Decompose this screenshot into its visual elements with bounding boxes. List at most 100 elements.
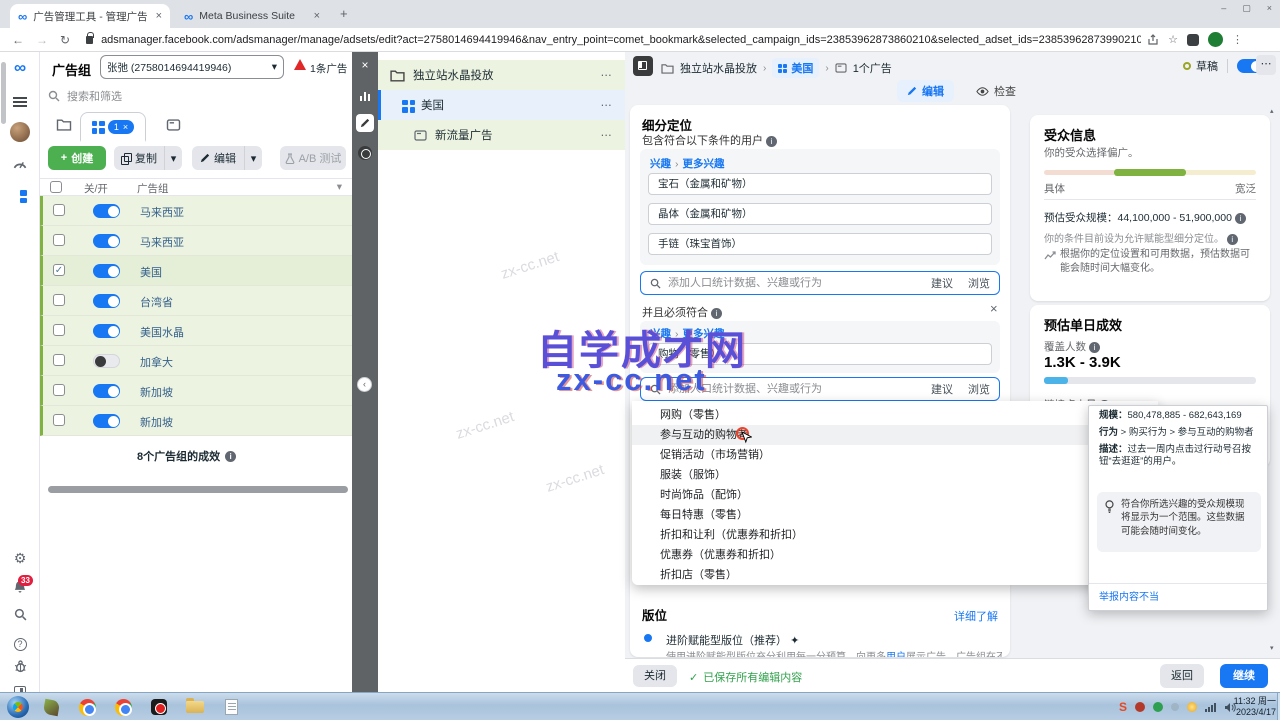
targeting-search-1[interactable]: 建议 浏览 [640, 271, 1000, 295]
campaigns-grid-icon[interactable] [0, 190, 40, 208]
row-checkbox[interactable]: ✓ [53, 294, 65, 306]
info-icon[interactable]: i [1089, 342, 1100, 353]
interest-link[interactable]: 兴趣 [650, 158, 671, 170]
dropdown-item[interactable]: 折扣店（零售） [632, 565, 1158, 585]
browse-link[interactable]: 浏览 [968, 275, 990, 291]
history-clock-icon[interactable] [352, 146, 378, 165]
adset-name-link[interactable]: 美国水晶 [140, 324, 184, 340]
start-button[interactable] [7, 696, 29, 718]
suggest-link[interactable]: 建议 [931, 275, 953, 291]
learn-more-link[interactable]: 详细了解 [954, 608, 998, 624]
collapse-panel-icon[interactable]: ‹ [357, 377, 372, 392]
tab-close-icon[interactable]: × [314, 10, 320, 22]
dropdown-item[interactable]: 优惠券（优惠券和折扣） [632, 545, 1158, 565]
targeting-search-input[interactable] [668, 277, 916, 289]
selected-count-pill[interactable]: 1× [108, 120, 134, 134]
close-icon[interactable]: × [352, 58, 378, 72]
ab-test-button[interactable]: A/B 测试 [280, 146, 346, 170]
interest-pill[interactable]: 晶体（金属和矿物） [648, 203, 992, 225]
tree-item-ad[interactable]: 新流量广告 ⋯ [378, 120, 625, 150]
more-interest-link[interactable]: 更多兴趣 [683, 158, 725, 170]
tab-close-icon[interactable]: × [156, 10, 162, 22]
table-row[interactable]: ✓ 马来西亚 [40, 226, 352, 256]
more-options-icon[interactable]: ⋯ [601, 68, 614, 82]
select-all-checkbox[interactable]: ✓ [50, 181, 62, 193]
back-button[interactable]: 返回 [1160, 664, 1204, 688]
tray-misc-icon[interactable] [1171, 703, 1179, 711]
close-button[interactable]: 关闭 [633, 665, 677, 687]
dropdown-item[interactable]: 服装（服饰） [632, 465, 1158, 485]
dropdown-item[interactable]: 折扣和让利（优惠券和折扣） [632, 525, 1158, 545]
continue-button[interactable]: 继续 [1220, 664, 1268, 688]
edit-button[interactable]: 编辑 [192, 146, 244, 170]
campaigns-folder-icon[interactable] [56, 118, 72, 136]
extension-icon[interactable] [1187, 34, 1199, 46]
scrollbar-thumb[interactable] [1, 62, 6, 124]
row-toggle[interactable] [93, 414, 120, 428]
row-toggle[interactable] [93, 354, 120, 368]
help-icon[interactable]: ? [0, 634, 40, 652]
taskbar-chrome2-icon[interactable] [110, 697, 136, 717]
settings-gear-icon[interactable]: ⚙ [0, 550, 40, 567]
row-toggle[interactable] [93, 324, 120, 338]
duplicate-button[interactable]: 复制 [114, 146, 164, 170]
table-row[interactable]: ✓ 美国 [40, 256, 352, 286]
row-toggle[interactable] [93, 384, 120, 398]
minimize-icon[interactable]: – [1221, 3, 1226, 14]
sort-caret-icon[interactable]: ▾ [337, 181, 342, 193]
more-options-icon[interactable]: ⋯ [601, 128, 614, 142]
table-row[interactable]: ✓ 新加坡 [40, 406, 352, 436]
dropdown-item[interactable]: 网购（零售） [632, 405, 1158, 425]
browser-profile-avatar[interactable] [1208, 32, 1223, 47]
duplicate-caret-button[interactable]: ▾ [164, 146, 182, 170]
back-icon[interactable]: ← [12, 33, 24, 47]
remove-group-icon[interactable]: × [990, 301, 998, 316]
url-bar[interactable]: adsmanager.facebook.com/adsmanager/manag… [101, 34, 1141, 46]
edit-pencil-icon[interactable] [352, 114, 378, 133]
tab-adsets-active[interactable]: 1× [80, 112, 146, 142]
dropdown-item[interactable]: 每日特惠（零售） [632, 505, 1158, 525]
table-row[interactable]: ✓ 台湾省 [40, 286, 352, 316]
row-checkbox[interactable]: ✓ [53, 324, 65, 336]
tab-review[interactable]: 检查 [966, 80, 1026, 102]
interest-pill[interactable]: 宝石（金属和矿物） [648, 173, 992, 195]
share-icon[interactable] [1147, 34, 1159, 46]
row-toggle[interactable] [93, 294, 120, 308]
search-filter-field[interactable]: 搜索和筛选 [48, 86, 344, 106]
more-options-button[interactable]: ⋯ [1256, 55, 1276, 75]
reload-icon[interactable]: ↻ [60, 33, 70, 47]
menu-hamburger-icon[interactable] [0, 94, 40, 112]
info-icon[interactable]: i [1235, 213, 1246, 224]
info-icon[interactable]: i [766, 136, 777, 147]
row-checkbox[interactable]: ✓ [53, 264, 65, 276]
edit-caret-button[interactable]: ▾ [244, 146, 262, 170]
ads-frame-icon[interactable] [166, 118, 181, 136]
forward-icon[interactable]: → [36, 33, 48, 47]
taskbar-clock[interactable]: 11:32 周一2023/4/17 [1234, 696, 1276, 718]
tree-item-campaign[interactable]: 独立站水晶投放 ⋯ [378, 60, 625, 90]
row-checkbox[interactable]: ✓ [53, 234, 65, 246]
dropdown-item[interactable]: 时尚饰品（配饰） [632, 485, 1158, 505]
tab-edit[interactable]: 编辑 [897, 80, 954, 102]
meta-logo-icon[interactable]: ∞ [0, 58, 40, 78]
breadcrumb-campaign[interactable]: 独立站水晶投放 [680, 60, 757, 76]
browser-tab-inactive[interactable]: ∞ Meta Business Suite × [176, 4, 328, 28]
interest-pill[interactable]: 手链（珠宝首饰） [648, 233, 992, 255]
taskbar-notepad-icon[interactable] [218, 697, 244, 717]
row-checkbox[interactable]: ✓ [53, 354, 65, 366]
adset-name-link[interactable]: 新加坡 [140, 384, 173, 400]
breadcrumb-adset[interactable]: 美国 [772, 58, 819, 78]
row-checkbox[interactable]: ✓ [53, 204, 65, 216]
page-scrollbar[interactable] [1271, 105, 1278, 657]
ssl-lock-icon[interactable] [86, 36, 93, 44]
taskbar-recorder-icon[interactable] [146, 697, 172, 717]
network-icon[interactable] [1205, 703, 1216, 712]
column-toggle[interactable]: 关/开 [84, 181, 108, 196]
tray-green-icon[interactable] [1153, 702, 1163, 712]
adset-name-link[interactable]: 马来西亚 [140, 204, 184, 220]
table-row[interactable]: ✓ 加拿大 [40, 346, 352, 376]
row-toggle[interactable] [93, 234, 120, 248]
dropdown-item[interactable]: 参与互动的购物者 [632, 425, 1158, 445]
row-toggle[interactable] [93, 264, 120, 278]
new-tab-button[interactable]: + [340, 6, 348, 21]
